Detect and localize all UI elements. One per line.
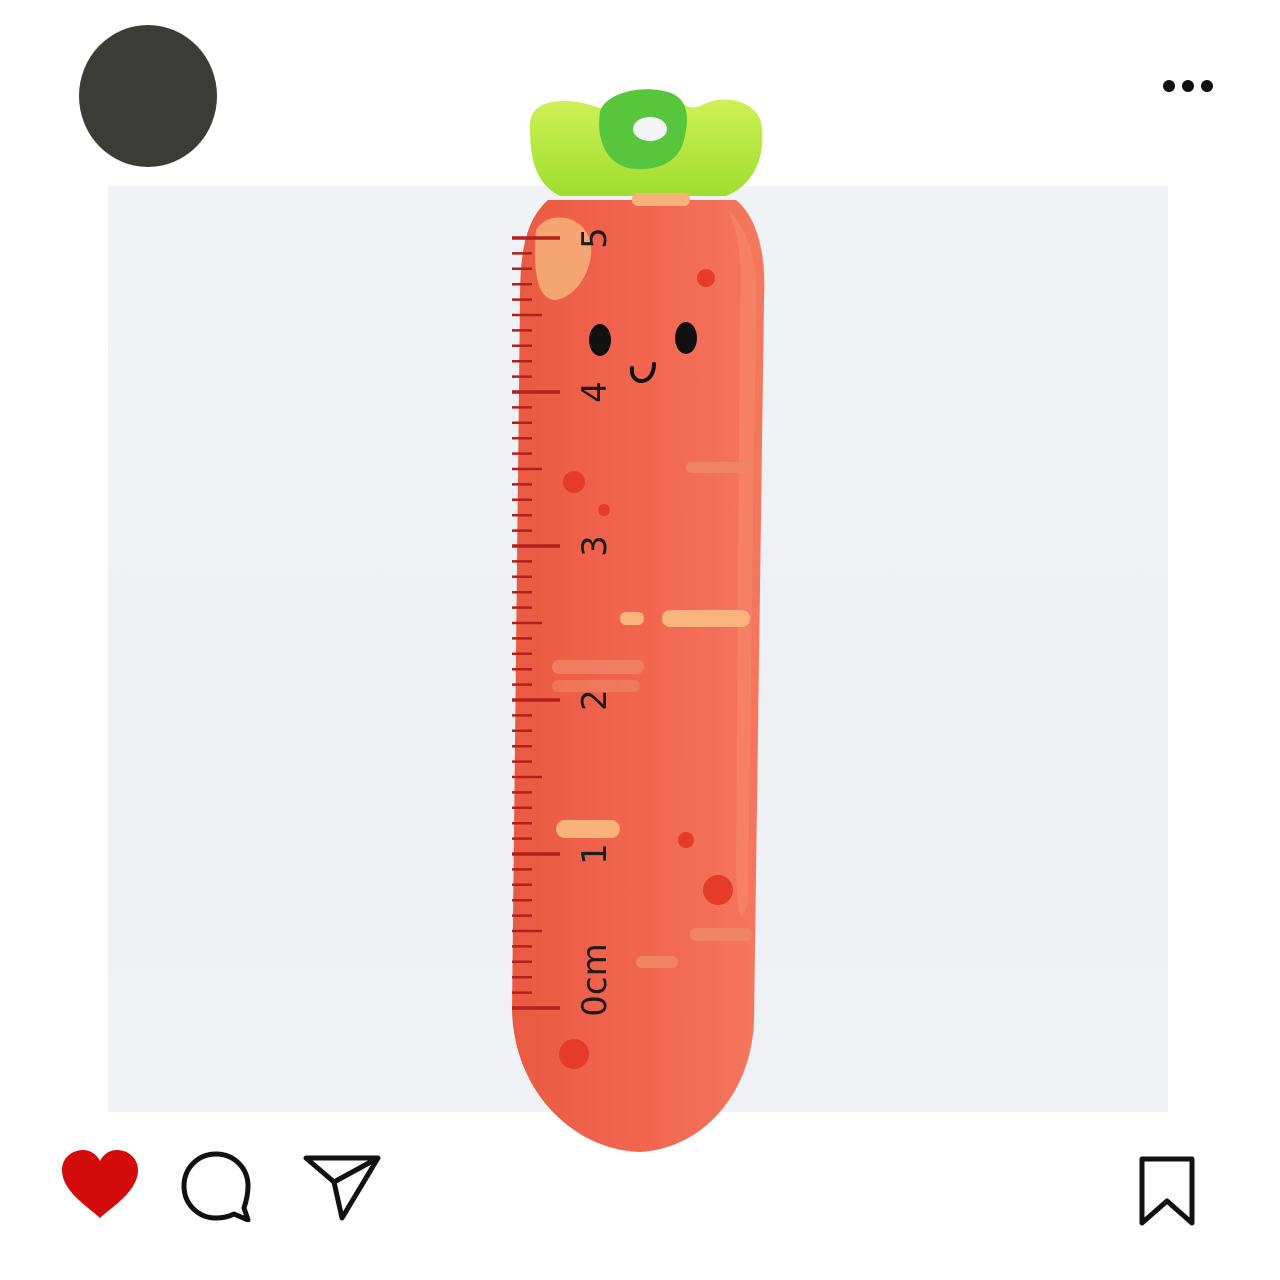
like-button[interactable] — [60, 1148, 140, 1220]
more-dot-icon — [1182, 80, 1194, 92]
more-options-button[interactable] — [1152, 70, 1224, 102]
more-dot-icon — [1163, 80, 1175, 92]
post-photo — [108, 186, 1168, 1112]
comment-icon — [181, 1151, 251, 1222]
comment-button[interactable] — [178, 1150, 258, 1222]
avatar[interactable] — [79, 25, 217, 167]
carrot-leaf — [529, 89, 763, 196]
bookmark-icon — [1139, 1156, 1195, 1226]
heart-icon — [62, 1150, 138, 1218]
save-button[interactable] — [1136, 1155, 1198, 1229]
more-dot-icon — [1201, 80, 1213, 92]
share-button[interactable] — [302, 1152, 384, 1224]
send-icon — [303, 1155, 381, 1221]
